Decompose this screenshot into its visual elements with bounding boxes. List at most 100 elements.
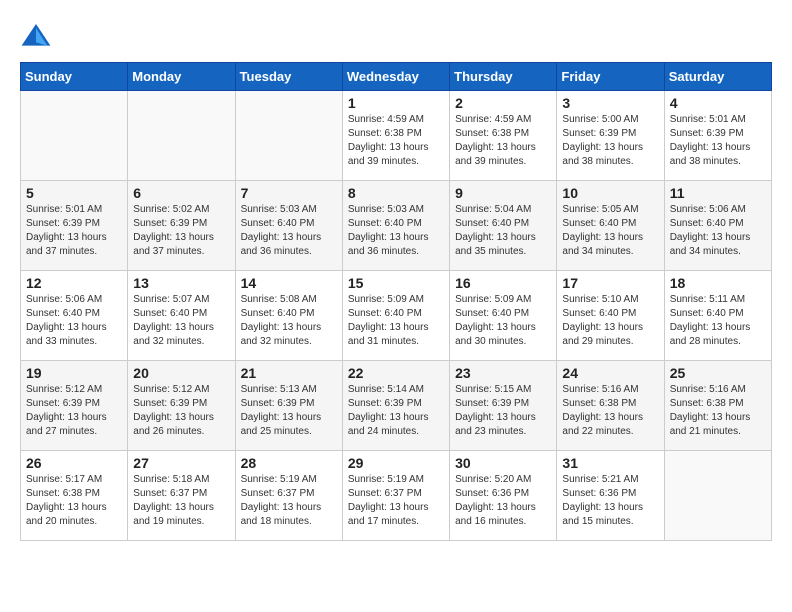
day-number: 7 [241,185,337,201]
day-info: Sunrise: 5:21 AM Sunset: 6:36 PM Dayligh… [562,473,658,529]
calendar-cell [21,91,128,181]
week-row-1: 1 Sunrise: 4:59 AM Sunset: 6:38 PM Daylig… [21,91,772,181]
day-number: 27 [133,455,229,471]
header [20,20,772,52]
calendar-cell: 11 Sunrise: 5:06 AM Sunset: 6:40 PM Dayli… [664,181,771,271]
week-row-3: 12 Sunrise: 5:06 AM Sunset: 6:40 PM Dayli… [21,271,772,361]
day-number: 16 [455,275,551,291]
calendar-cell [235,91,342,181]
day-info: Sunrise: 5:05 AM Sunset: 6:40 PM Dayligh… [562,203,658,259]
day-info: Sunrise: 5:02 AM Sunset: 6:39 PM Dayligh… [133,203,229,259]
calendar-cell: 8 Sunrise: 5:03 AM Sunset: 6:40 PM Daylig… [342,181,449,271]
day-info: Sunrise: 5:01 AM Sunset: 6:39 PM Dayligh… [26,203,122,259]
day-info: Sunrise: 5:13 AM Sunset: 6:39 PM Dayligh… [241,383,337,439]
day-number: 13 [133,275,229,291]
calendar-cell: 19 Sunrise: 5:12 AM Sunset: 6:39 PM Dayli… [21,361,128,451]
header-sunday: Sunday [21,63,128,91]
day-info: Sunrise: 4:59 AM Sunset: 6:38 PM Dayligh… [348,113,444,169]
day-number: 19 [26,365,122,381]
header-monday: Monday [128,63,235,91]
calendar-cell: 2 Sunrise: 4:59 AM Sunset: 6:38 PM Daylig… [450,91,557,181]
day-info: Sunrise: 5:20 AM Sunset: 6:36 PM Dayligh… [455,473,551,529]
calendar-cell: 17Sunrise: 5:10 AM Sunset: 6:40 PM Dayli… [557,271,664,361]
day-info: Sunrise: 5:07 AM Sunset: 6:40 PM Dayligh… [133,293,229,349]
day-number: 30 [455,455,551,471]
day-info: Sunrise: 5:09 AM Sunset: 6:40 PM Dayligh… [348,293,444,349]
day-number: 4 [670,95,766,111]
calendar-cell: 14 Sunrise: 5:08 AM Sunset: 6:40 PM Dayli… [235,271,342,361]
day-number: 25 [670,365,766,381]
week-row-2: 5 Sunrise: 5:01 AM Sunset: 6:39 PM Daylig… [21,181,772,271]
day-number: 5 [26,185,122,201]
calendar-cell: 29 Sunrise: 5:19 AM Sunset: 6:37 PM Dayli… [342,451,449,541]
calendar-cell: 27Sunrise: 5:18 AM Sunset: 6:37 PM Dayli… [128,451,235,541]
header-tuesday: Tuesday [235,63,342,91]
day-number: 17 [562,275,658,291]
day-number: 28 [241,455,337,471]
calendar-header-row: SundayMondayTuesdayWednesdayThursdayFrid… [21,63,772,91]
day-info: Sunrise: 5:14 AM Sunset: 6:39 PM Dayligh… [348,383,444,439]
day-info: Sunrise: 5:06 AM Sunset: 6:40 PM Dayligh… [670,203,766,259]
calendar-cell: 20 Sunrise: 5:12 AM Sunset: 6:39 PM Dayli… [128,361,235,451]
calendar-cell: 24Sunrise: 5:16 AM Sunset: 6:38 PM Dayli… [557,361,664,451]
day-number: 11 [670,185,766,201]
header-friday: Friday [557,63,664,91]
calendar-cell: 18Sunrise: 5:11 AM Sunset: 6:40 PM Dayli… [664,271,771,361]
calendar-cell: 22 Sunrise: 5:14 AM Sunset: 6:39 PM Dayli… [342,361,449,451]
day-number: 10 [562,185,658,201]
header-wednesday: Wednesday [342,63,449,91]
day-info: Sunrise: 5:04 AM Sunset: 6:40 PM Dayligh… [455,203,551,259]
day-number: 22 [348,365,444,381]
day-number: 2 [455,95,551,111]
day-number: 8 [348,185,444,201]
day-number: 31 [562,455,658,471]
calendar-cell: 21Sunrise: 5:13 AM Sunset: 6:39 PM Dayli… [235,361,342,451]
calendar-cell: 5 Sunrise: 5:01 AM Sunset: 6:39 PM Daylig… [21,181,128,271]
day-info: Sunrise: 5:17 AM Sunset: 6:38 PM Dayligh… [26,473,122,529]
calendar-cell: 26Sunrise: 5:17 AM Sunset: 6:38 PM Dayli… [21,451,128,541]
day-number: 20 [133,365,229,381]
calendar-cell: 30 Sunrise: 5:20 AM Sunset: 6:36 PM Dayli… [450,451,557,541]
day-number: 12 [26,275,122,291]
calendar-cell: 3Sunrise: 5:00 AM Sunset: 6:39 PM Daylig… [557,91,664,181]
calendar-cell: 13 Sunrise: 5:07 AM Sunset: 6:40 PM Dayli… [128,271,235,361]
calendar-cell: 12 Sunrise: 5:06 AM Sunset: 6:40 PM Dayli… [21,271,128,361]
calendar-cell: 16Sunrise: 5:09 AM Sunset: 6:40 PM Dayli… [450,271,557,361]
calendar-cell: 31 Sunrise: 5:21 AM Sunset: 6:36 PM Dayli… [557,451,664,541]
day-info: Sunrise: 4:59 AM Sunset: 6:38 PM Dayligh… [455,113,551,169]
day-number: 14 [241,275,337,291]
calendar-cell: 9 Sunrise: 5:04 AM Sunset: 6:40 PM Daylig… [450,181,557,271]
day-info: Sunrise: 5:11 AM Sunset: 6:40 PM Dayligh… [670,293,766,349]
day-info: Sunrise: 5:06 AM Sunset: 6:40 PM Dayligh… [26,293,122,349]
calendar-cell: 25 Sunrise: 5:16 AM Sunset: 6:38 PM Dayli… [664,361,771,451]
calendar-cell [128,91,235,181]
day-info: Sunrise: 5:15 AM Sunset: 6:39 PM Dayligh… [455,383,551,439]
day-info: Sunrise: 5:19 AM Sunset: 6:37 PM Dayligh… [348,473,444,529]
day-info: Sunrise: 5:16 AM Sunset: 6:38 PM Dayligh… [670,383,766,439]
day-number: 9 [455,185,551,201]
day-info: Sunrise: 5:19 AM Sunset: 6:37 PM Dayligh… [241,473,337,529]
logo [20,20,58,52]
day-number: 29 [348,455,444,471]
day-number: 1 [348,95,444,111]
calendar-cell: 1 Sunrise: 4:59 AM Sunset: 6:38 PM Daylig… [342,91,449,181]
day-info: Sunrise: 5:03 AM Sunset: 6:40 PM Dayligh… [348,203,444,259]
calendar-cell: 6 Sunrise: 5:02 AM Sunset: 6:39 PM Daylig… [128,181,235,271]
calendar-cell: 15Sunrise: 5:09 AM Sunset: 6:40 PM Dayli… [342,271,449,361]
week-row-4: 19 Sunrise: 5:12 AM Sunset: 6:39 PM Dayli… [21,361,772,451]
calendar-cell: 7Sunrise: 5:03 AM Sunset: 6:40 PM Daylig… [235,181,342,271]
day-info: Sunrise: 5:12 AM Sunset: 6:39 PM Dayligh… [133,383,229,439]
day-number: 23 [455,365,551,381]
day-info: Sunrise: 5:00 AM Sunset: 6:39 PM Dayligh… [562,113,658,169]
day-info: Sunrise: 5:08 AM Sunset: 6:40 PM Dayligh… [241,293,337,349]
day-number: 6 [133,185,229,201]
day-info: Sunrise: 5:12 AM Sunset: 6:39 PM Dayligh… [26,383,122,439]
calendar-cell: 4Sunrise: 5:01 AM Sunset: 6:39 PM Daylig… [664,91,771,181]
day-number: 24 [562,365,658,381]
logo-icon [20,20,52,52]
week-row-5: 26Sunrise: 5:17 AM Sunset: 6:38 PM Dayli… [21,451,772,541]
calendar-table: SundayMondayTuesdayWednesdayThursdayFrid… [20,62,772,541]
calendar-cell [664,451,771,541]
header-saturday: Saturday [664,63,771,91]
calendar-cell: 23 Sunrise: 5:15 AM Sunset: 6:39 PM Dayli… [450,361,557,451]
